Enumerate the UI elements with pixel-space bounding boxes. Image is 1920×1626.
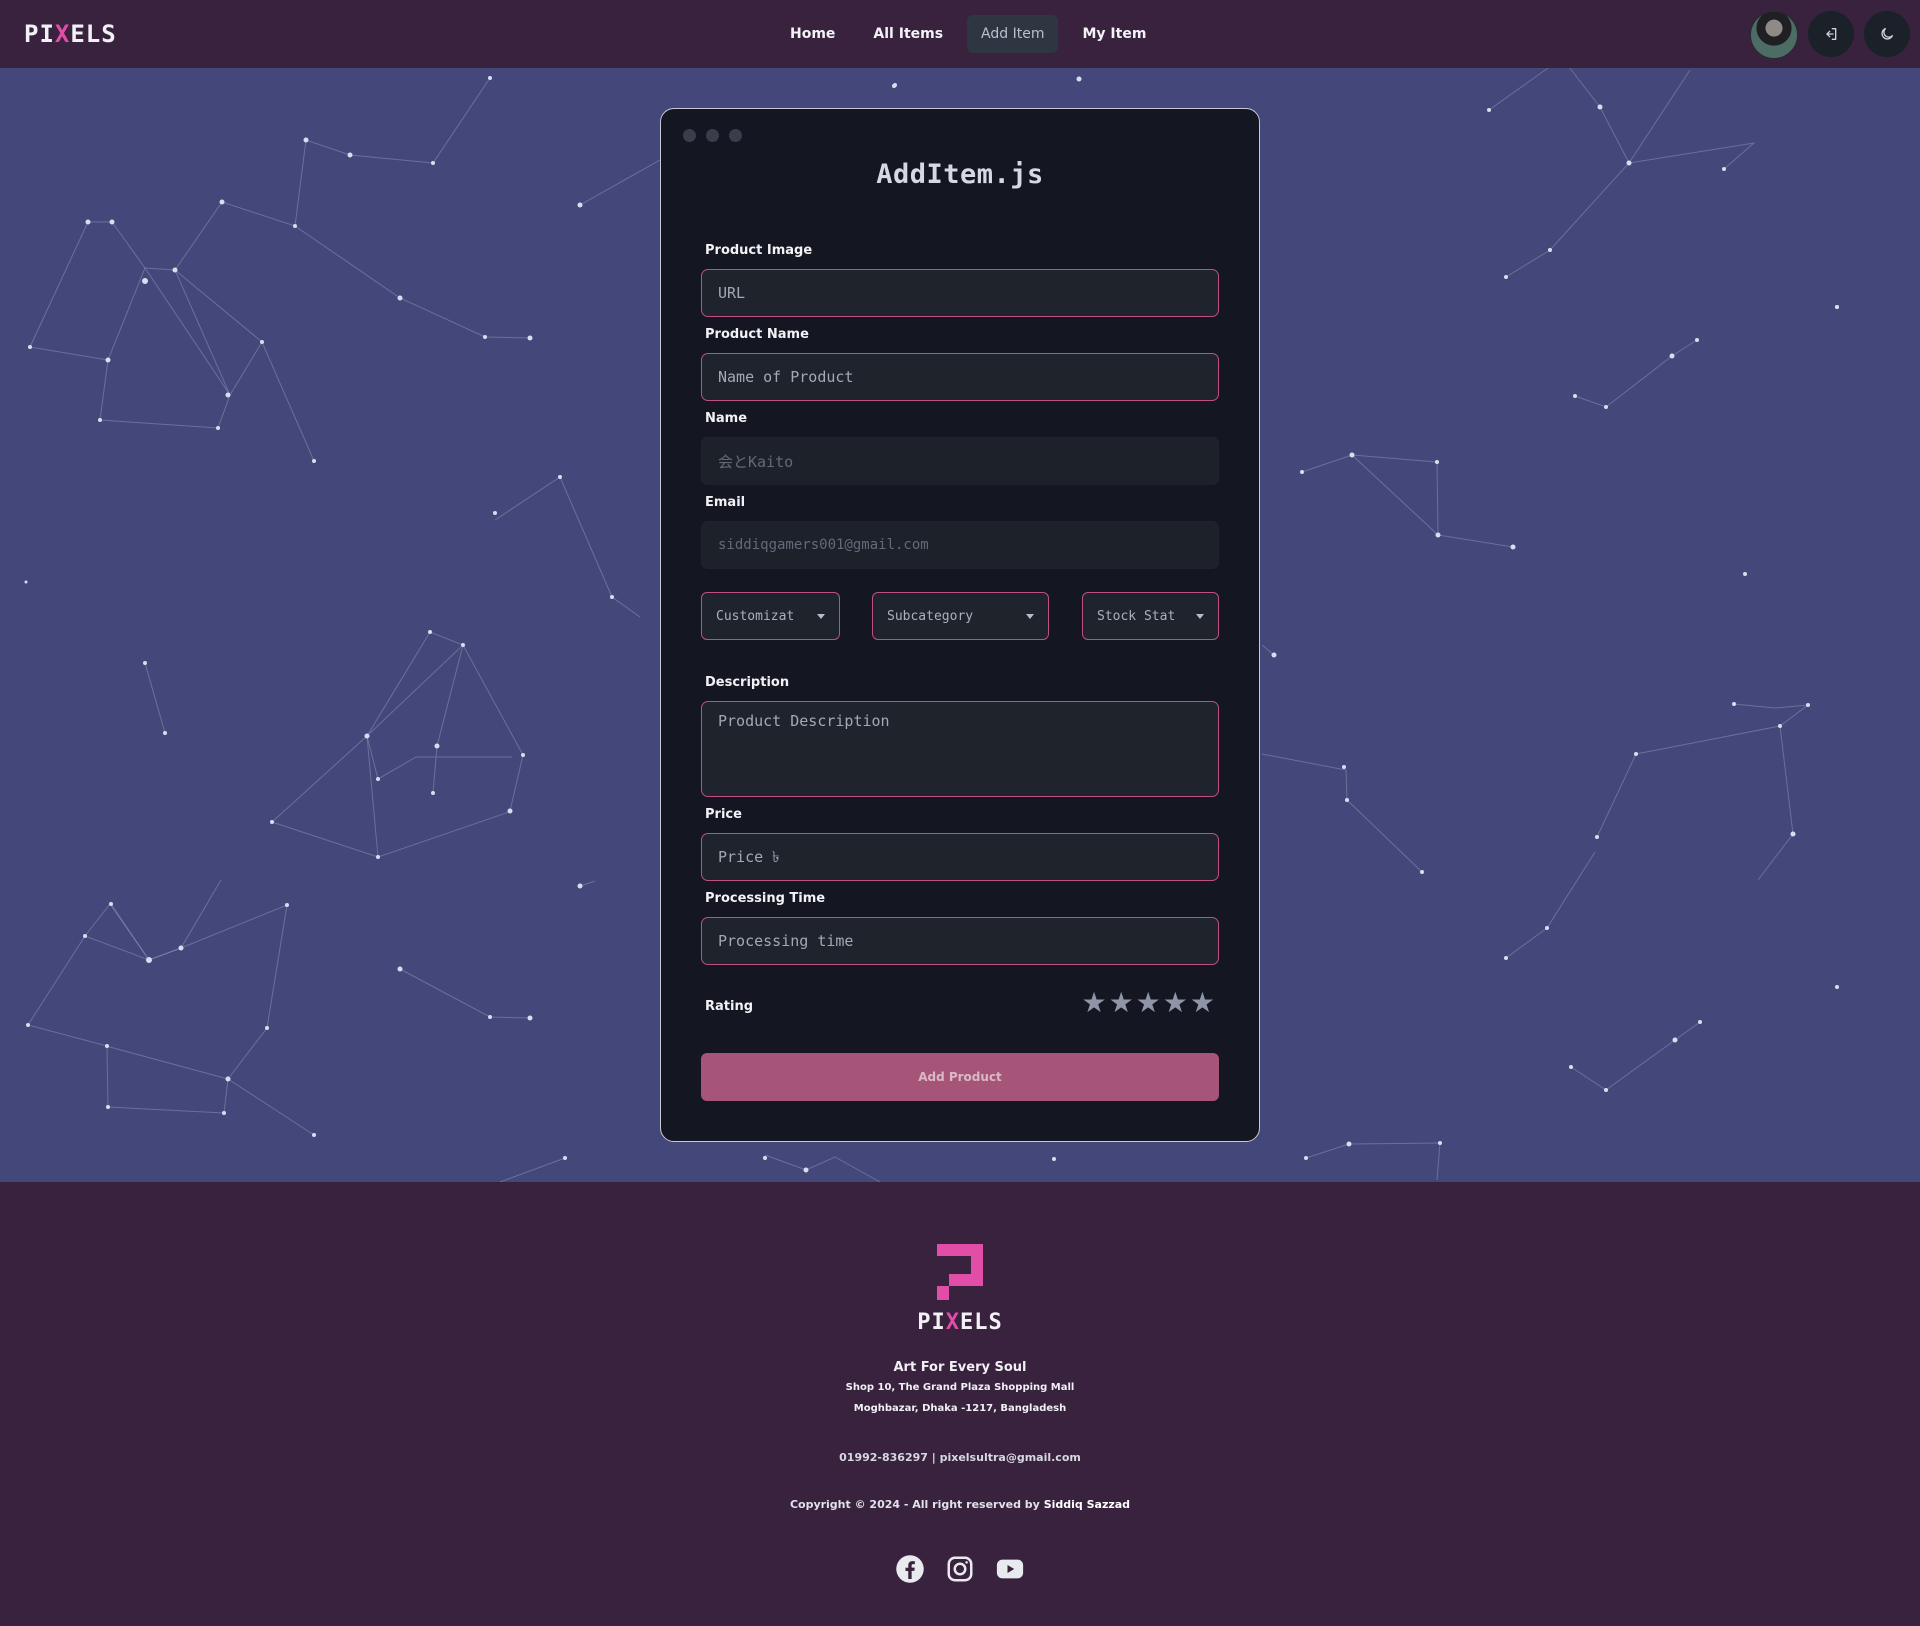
footer-copyright: Copyright © 2024 - All right reserved by…	[0, 1498, 1920, 1511]
product-image-input[interactable]	[701, 269, 1219, 317]
email-label: Email	[705, 495, 746, 510]
description-label: Description	[705, 675, 790, 690]
form-title: AddItem.js	[876, 159, 1044, 190]
footer: PIXELS Art For Every Soul Shop 10, The G…	[0, 1182, 1920, 1626]
subcategory-select[interactable]: Subcategory	[872, 592, 1049, 640]
social-links	[0, 1554, 1920, 1584]
pixels-logo-mark	[937, 1244, 983, 1300]
instagram-icon[interactable]	[945, 1554, 975, 1584]
email-field[interactable]	[701, 521, 1219, 569]
copyright-text: Copyright © 2024 - All right reserved by	[789, 1498, 1040, 1511]
window-dots	[683, 129, 742, 142]
window-dot	[729, 129, 742, 142]
stock-status-select[interactable]: Stock Stat	[1082, 592, 1219, 640]
facebook-icon[interactable]	[895, 1554, 925, 1584]
window-dot	[706, 129, 719, 142]
name-label: Name	[705, 411, 748, 426]
stock-status-select-value: Stock Stat	[1097, 608, 1176, 624]
chevron-down-icon	[1196, 613, 1204, 619]
rating-label: Rating	[705, 999, 754, 1014]
logout-icon	[1826, 28, 1837, 40]
logout-button[interactable]	[1808, 11, 1854, 57]
nav-link-home[interactable]: Home	[776, 15, 849, 53]
star-icon[interactable]: ★	[1136, 989, 1161, 1017]
add-product-button[interactable]: Add Product	[701, 1053, 1219, 1101]
star-icon[interactable]: ★	[1081, 989, 1106, 1017]
nav-link-add-item[interactable]: Add Item	[967, 15, 1059, 53]
price-label: Price	[705, 807, 742, 822]
product-image-label: Product Image	[705, 243, 813, 258]
product-name-input[interactable]	[701, 353, 1219, 401]
footer-contact: 01992-836297 | pixelsultra@gmail.com	[839, 1451, 1081, 1464]
product-name-label: Product Name	[705, 327, 809, 342]
subcategory-select-value: Subcategory	[887, 608, 974, 624]
star-icon[interactable]: ★	[1109, 989, 1134, 1017]
youtube-icon[interactable]	[995, 1554, 1025, 1584]
nav-links: Home All Items Add Item My Item	[776, 15, 1160, 53]
star-icon[interactable]: ★	[1163, 989, 1188, 1017]
footer-tagline: Art For Every Soul	[893, 1360, 1027, 1375]
chevron-down-icon	[817, 613, 825, 619]
star-icon[interactable]: ★	[1190, 989, 1215, 1017]
nav-link-all-items[interactable]: All Items	[859, 15, 957, 53]
nav-link-my-item[interactable]: My Item	[1068, 15, 1160, 53]
rating-stars: ★ ★ ★ ★ ★	[1081, 989, 1215, 1017]
footer-address-line2: Moghbazar, Dhaka -1217, Bangladesh	[853, 1403, 1067, 1414]
customization-select-value: Customizat	[716, 608, 795, 624]
customization-select[interactable]: Customizat	[701, 592, 840, 640]
user-avatar[interactable]	[1750, 11, 1798, 59]
window-dot	[683, 129, 696, 142]
brand-logo[interactable]: PIXELS	[24, 20, 117, 48]
footer-address-line1: Shop 10, The Grand Plaza Shopping Mall	[845, 1382, 1075, 1393]
price-input[interactable]	[701, 833, 1219, 881]
add-item-card: AddItem.js Product Image Product Name Na…	[660, 108, 1260, 1142]
footer-brand-logo: PIXELS	[917, 1310, 1003, 1335]
moon-icon	[1881, 28, 1893, 40]
processing-time-label: Processing Time	[705, 891, 826, 906]
top-navbar: PIXELS Home All Items Add Item My Item	[0, 0, 1920, 68]
author-link[interactable]: Siddiq Sazzad	[1044, 1498, 1130, 1511]
theme-toggle-button[interactable]	[1864, 11, 1910, 57]
description-textarea[interactable]: Product Description	[701, 701, 1219, 797]
chevron-down-icon	[1026, 613, 1034, 619]
processing-time-input[interactable]	[701, 917, 1219, 965]
name-field[interactable]	[701, 437, 1219, 485]
